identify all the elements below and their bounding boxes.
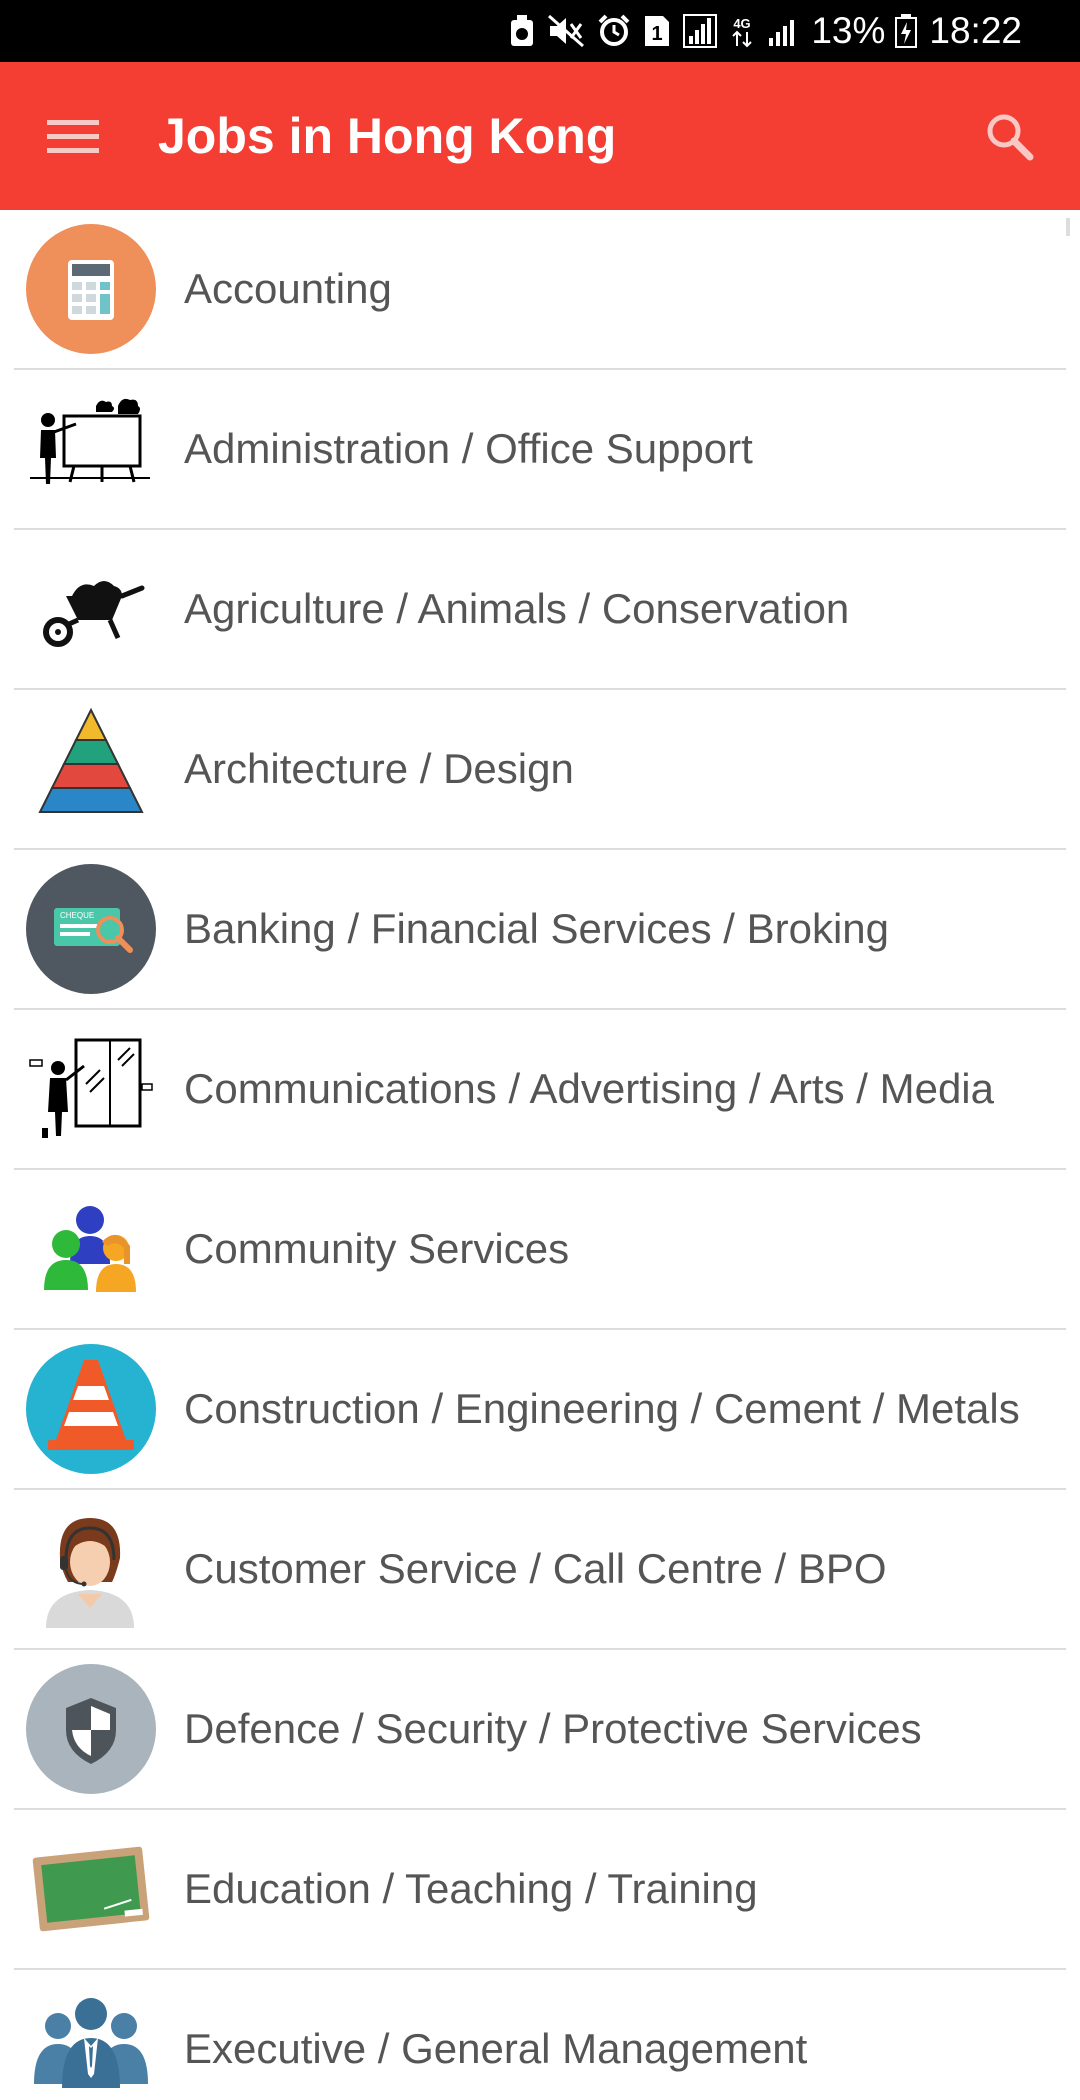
hamburger-menu-icon [47,120,99,153]
presenter-board-icon [26,384,156,514]
battery-percent: 13% [811,10,886,51]
calculator-icon [26,224,156,354]
category-label: Communications / Advertising / Arts / Me… [184,1065,994,1112]
category-item-education[interactable]: Education / Teaching / Training [14,1810,1066,1970]
signal-icon [683,14,718,48]
category-item-architecture[interactable]: Architecture / Design [14,690,1066,850]
call-centre-agent-icon [26,1504,156,1634]
category-label: Banking / Financial Services / Broking [184,905,889,952]
svg-text:CHEQUE: CHEQUE [60,911,94,920]
page-title: Jobs in Hong Kong [158,108,617,164]
category-item-construction[interactable]: Construction / Engineering / Cement / Me… [14,1330,1066,1490]
business-people-icon [26,1984,156,2100]
menu-button[interactable] [30,96,116,176]
category-label: Community Services [184,1225,570,1272]
svg-text:1: 1 [652,23,663,45]
category-item-administration[interactable]: Administration / Office Support [14,370,1066,530]
category-item-executive[interactable]: Executive / General Management [14,1970,1066,2100]
alarm-icon [598,14,630,46]
pyramid-icon [26,704,156,834]
search-button[interactable] [966,96,1052,176]
category-item-communications[interactable]: Communications / Advertising / Arts / Me… [14,1010,1066,1170]
presenter-window-icon [26,1024,156,1154]
shield-icon [26,1664,156,1794]
svg-text:4G: 4G [734,16,751,31]
status-icons: 1 4G [509,14,797,48]
cheque-icon: CHEQUE [26,864,156,994]
category-item-defence[interactable]: Defence / Security / Protective Services [14,1650,1066,1810]
category-list: Accounting Administration / Office Suppo… [0,210,1080,2100]
recycle-icon [511,15,534,46]
category-item-customer-service[interactable]: Customer Service / Call Centre / BPO [14,1490,1066,1650]
data-arrows-icon: 4G [732,16,753,48]
category-label: Defence / Security / Protective Services [184,1705,922,1752]
sim-1-icon: 1 [645,16,670,46]
battery-charging-icon [895,14,918,48]
chalkboard-icon [26,1824,156,1954]
category-item-agriculture[interactable]: Agriculture / Animals / Conservation [14,530,1066,690]
category-item-banking[interactable]: CHEQUE Banking / Financial Services / Br… [14,850,1066,1010]
status-bar: 1 4G 13% 18:22 [0,0,1080,62]
clock: 18:22 [929,10,1022,51]
category-label: Architecture / Design [184,745,574,792]
category-item-accounting[interactable]: Accounting [14,210,1066,370]
category-label: Agriculture / Animals / Conservation [184,585,850,632]
people-group-icon [26,1184,156,1314]
category-label: Accounting [184,265,392,312]
search-icon [987,114,1034,161]
category-item-community-services[interactable]: Community Services [14,1170,1066,1330]
category-label: Education / Teaching / Training [184,1865,758,1912]
app-bar: Jobs in Hong Kong [0,62,1080,210]
mute-icon [548,14,585,48]
category-label: Executive / General Management [184,2025,808,2072]
category-label: Customer Service / Call Centre / BPO [184,1545,887,1592]
signal-icon [769,20,795,46]
wheelbarrow-icon [26,544,156,674]
traffic-cone-icon [26,1344,156,1474]
category-label: Construction / Engineering / Cement / Me… [184,1385,1020,1432]
category-label: Administration / Office Support [184,425,753,472]
